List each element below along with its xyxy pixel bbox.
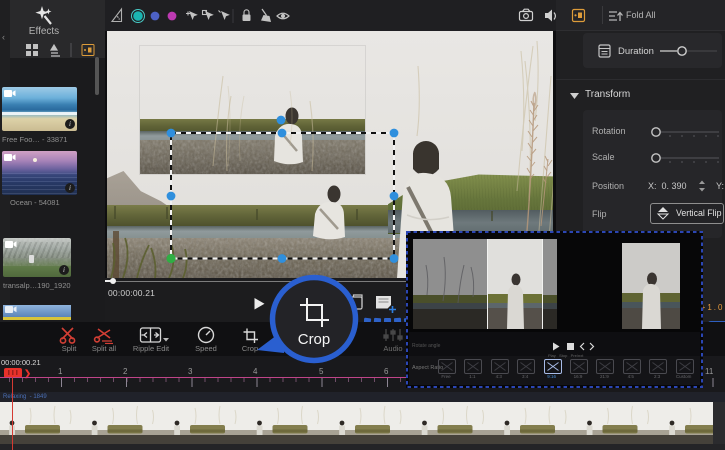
svg-text:Crop: Crop	[298, 331, 331, 348]
